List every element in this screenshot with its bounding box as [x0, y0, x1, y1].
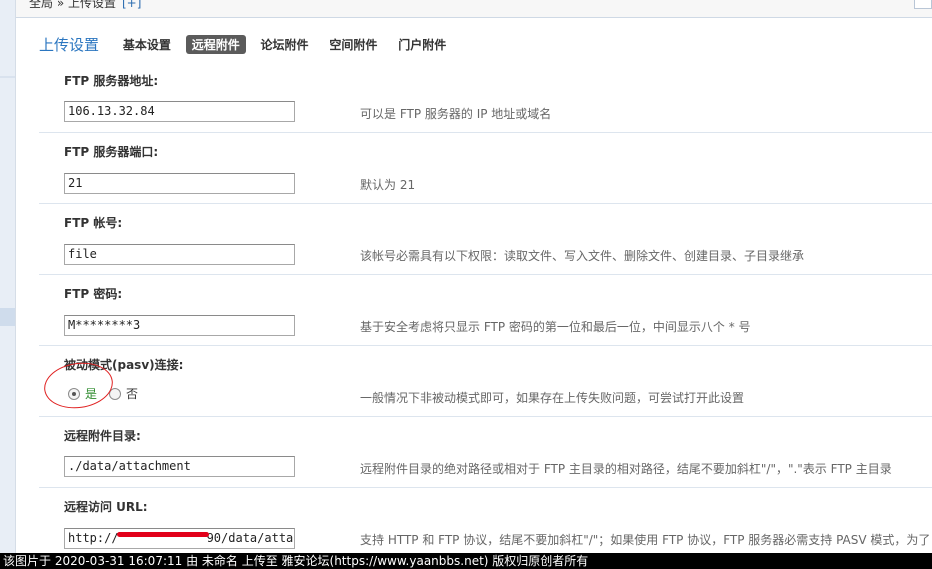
ftp-user-input[interactable]: file — [64, 244, 295, 265]
watermark-footer: 该图片于 2020-03-31 16:07:11 由 未命名 上传至 雅安论坛(… — [0, 553, 932, 569]
tab-portal-attachment[interactable]: 门户附件 — [392, 35, 452, 54]
left-strip-divider — [0, 76, 15, 78]
ftp-host-label: FTP 服务器地址: — [64, 74, 159, 88]
remote-url-hint: 支持 HTTP 和 FTP 协议，结尾不要加斜杠"/"；如果使用 FTP 协议，… — [360, 533, 931, 547]
row-divider — [39, 487, 932, 488]
remote-url-label: 远程访问 URL: — [64, 500, 148, 514]
ftp-host-hint: 可以是 FTP 服务器的 IP 地址或域名 — [360, 107, 552, 121]
ftp-port-hint: 默认为 21 — [360, 178, 416, 192]
pasv-hint: 一般情况下非被动模式即可，如果存在上传失败问题，可尝试打开此设置 — [360, 391, 745, 405]
left-frame-strip — [0, 0, 16, 553]
ftp-password-label: FTP 密码: — [64, 287, 123, 301]
remote-dir-label: 远程附件目录: — [64, 429, 141, 443]
remote-url-suffix: 90/data/attachn — [206, 531, 294, 545]
remote-url-prefix: http:// — [68, 531, 119, 545]
remote-dir-input[interactable]: ./data/attachment — [64, 456, 295, 477]
ftp-host-input[interactable]: 106.13.32.84 — [64, 101, 295, 122]
settings-tabs: 上传设置 基本设置 远程附件 论坛附件 空间附件 门户附件 — [39, 34, 457, 56]
redaction-mark — [116, 532, 209, 537]
ftp-port-label: FTP 服务器端口: — [64, 145, 159, 159]
pasv-no-label[interactable]: 否 — [126, 387, 138, 401]
row-divider — [39, 416, 932, 417]
breadcrumb-text: 全局 » 上传设置 — [29, 0, 116, 10]
ftp-user-hint: 该帐号必需具有以下权限：读取文件、写入文件、删除文件、创建目录、子目录继承 — [360, 249, 805, 263]
tab-forum-attachment[interactable]: 论坛附件 — [255, 35, 315, 54]
ftp-user-label: FTP 帐号: — [64, 216, 123, 230]
ftp-password-hint: 基于安全考虑将只显示 FTP 密码的第一位和最后一位，中间显示八个 * 号 — [360, 320, 751, 334]
row-divider — [39, 345, 932, 346]
row-divider — [39, 274, 932, 275]
page-title: 上传设置 — [39, 36, 100, 54]
breadcrumb-add-link[interactable]: [+] — [122, 0, 141, 10]
breadcrumb: 全局 » 上传设置 [+] — [29, 0, 141, 11]
left-strip-marker — [0, 308, 15, 326]
ftp-port-input[interactable]: 21 — [64, 173, 295, 194]
ftp-password-input[interactable]: M********3 — [64, 315, 295, 336]
breadcrumb-bar: 全局 » 上传设置 [+] — [16, 0, 932, 18]
remote-url-input[interactable]: http:// 90/data/attachn — [64, 528, 295, 549]
row-divider — [39, 132, 932, 133]
tab-remote-attachment[interactable]: 远程附件 — [185, 35, 246, 54]
topbar-right-box — [914, 0, 932, 9]
row-divider — [39, 203, 932, 204]
tab-space-attachment[interactable]: 空间附件 — [323, 35, 383, 54]
tab-basic-settings[interactable]: 基本设置 — [117, 35, 177, 54]
remote-dir-hint: 远程附件目录的绝对路径或相对于 FTP 主目录的相对路径，结尾不要加斜杠"/"，… — [360, 462, 892, 476]
